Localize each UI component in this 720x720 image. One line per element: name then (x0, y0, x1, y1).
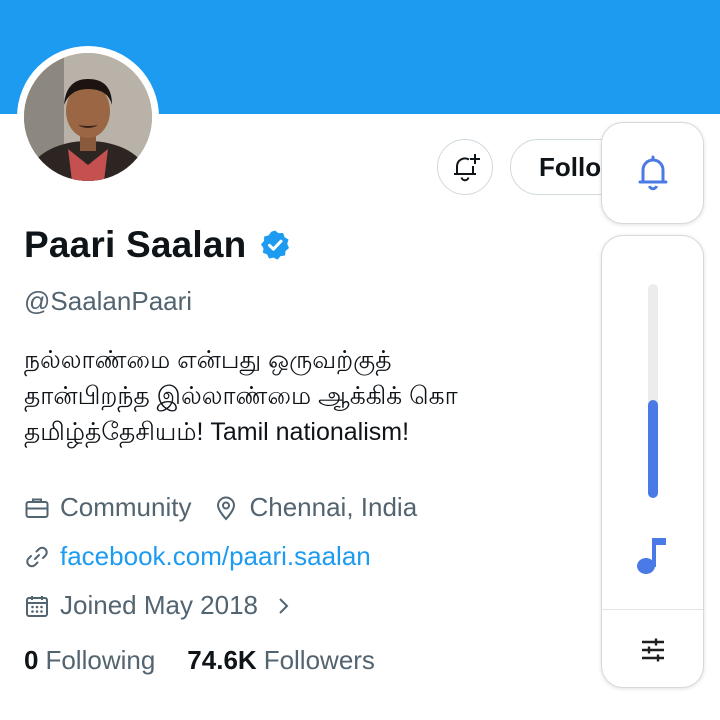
volume-slider[interactable] (648, 284, 658, 498)
avatar-ring (17, 46, 159, 188)
profile-category: Community (60, 492, 192, 522)
name-row: Paari Saalan (24, 220, 291, 270)
profile-bio: நல்லாண்மை என்பது ஒருவற்குத் தான்பிறந்த இ… (24, 342, 599, 450)
bell-plus-icon (454, 154, 480, 182)
chevron-right-icon (279, 597, 289, 614)
volume-slider-fill (648, 399, 658, 498)
followers-label: Followers (263, 645, 375, 675)
verified-badge-icon[interactable] (259, 229, 291, 261)
following-label: Following (45, 645, 156, 675)
music-note-icon[interactable] (634, 534, 670, 576)
location-pin-icon (217, 496, 236, 520)
link-icon (26, 546, 48, 567)
display-name: Paari Saalan (24, 224, 247, 265)
briefcase-icon (25, 498, 49, 518)
follow-button-label: Follo (539, 151, 602, 182)
profile-handle: @SaalanPaari (24, 286, 193, 316)
equalizer-icon[interactable] (639, 636, 667, 664)
following-count: 0 (24, 645, 39, 675)
volume-panel-divider (602, 609, 703, 610)
profile-joined-date: Joined May 2018 (60, 590, 259, 620)
bio-line: நல்லாண்மை என்பது ஒருவற்குத் (24, 346, 392, 374)
profile-meta-row: Community Chennai, India (24, 492, 417, 523)
volume-panel (601, 235, 704, 688)
ringer-mode-button[interactable] (601, 122, 704, 224)
calendar-icon (26, 595, 48, 617)
bio-line: தமிழ்த்தேசியம்! Tamil nationalism! (24, 418, 410, 446)
avatar[interactable] (24, 53, 152, 181)
follow-stats: 0 Following 74.6K Followers (24, 645, 375, 676)
following-stat[interactable]: 0 Following (24, 645, 155, 676)
bell-icon (638, 155, 667, 191)
profile-website-link[interactable]: facebook.com/paari.saalan (60, 541, 371, 572)
followers-count: 74.6K (187, 645, 257, 675)
followers-stat[interactable]: 74.6K Followers (187, 645, 375, 676)
profile-joined-row[interactable]: Joined May 2018 (24, 590, 294, 621)
bio-line: தான்பிறந்த இல்லாண்மை ஆக்கிக் கொ (24, 382, 458, 410)
notify-button[interactable] (437, 139, 493, 195)
profile-location: Chennai, India (249, 492, 418, 522)
profile-website-row: facebook.com/paari.saalan (24, 541, 371, 572)
